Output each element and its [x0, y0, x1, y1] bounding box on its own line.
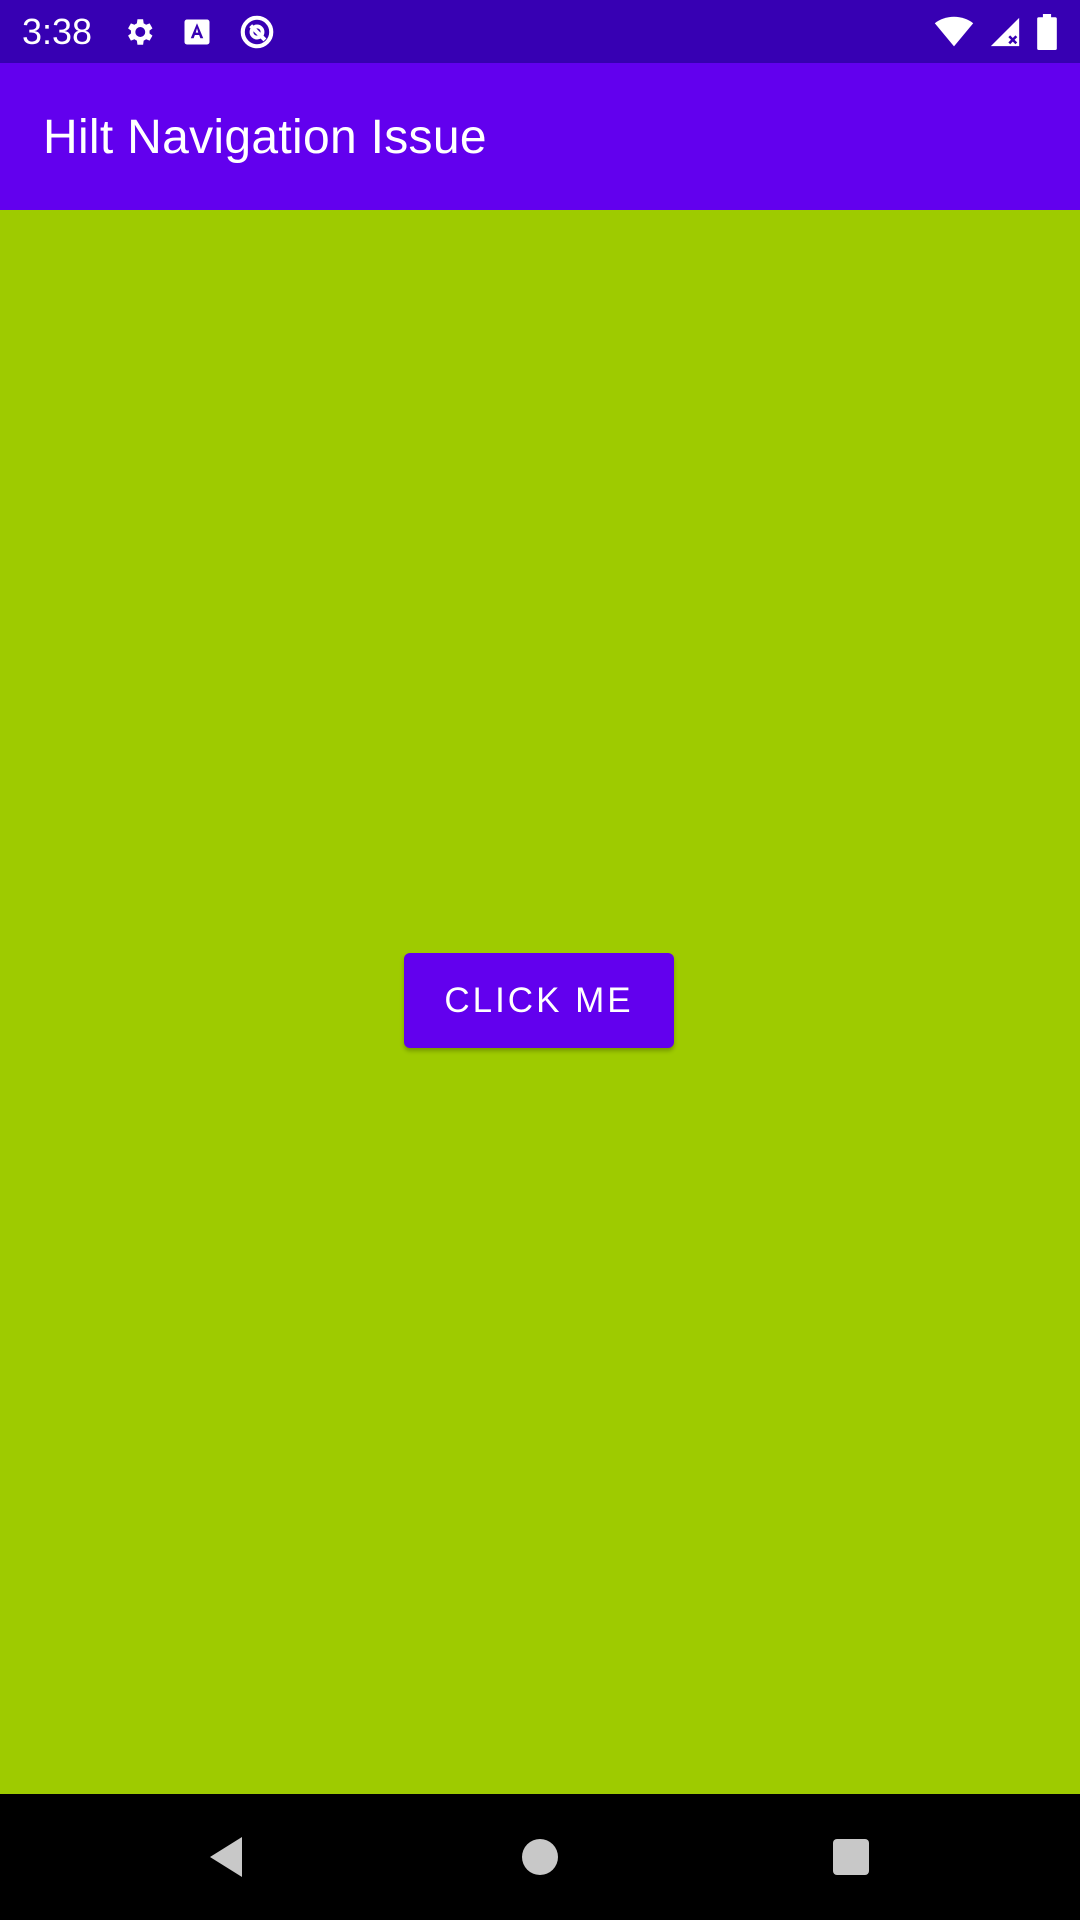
app-bar: Hilt Navigation Issue — [0, 63, 1080, 210]
main-content: Click me — [0, 210, 1080, 1794]
text-accessibility-icon — [182, 17, 212, 47]
back-icon — [206, 1835, 246, 1879]
status-time: 3:38 — [22, 10, 93, 52]
back-button[interactable] — [193, 1824, 259, 1890]
status-left-icons — [122, 13, 276, 51]
click-me-button[interactable]: Click me — [404, 953, 674, 1048]
gear-icon — [122, 15, 156, 49]
wifi-icon — [934, 16, 974, 48]
home-icon — [520, 1837, 560, 1877]
home-button[interactable] — [507, 1824, 573, 1890]
recents-button[interactable] — [818, 1824, 884, 1890]
page-title: Hilt Navigation Issue — [43, 111, 487, 164]
system-nav-bar — [0, 1794, 1080, 1920]
status-bar: 3:38 — [0, 0, 1080, 63]
signal-icon — [988, 15, 1022, 49]
status-right-icons — [934, 13, 1058, 50]
recents-icon — [831, 1837, 871, 1877]
data-saver-icon — [238, 13, 276, 51]
battery-icon — [1036, 13, 1058, 50]
